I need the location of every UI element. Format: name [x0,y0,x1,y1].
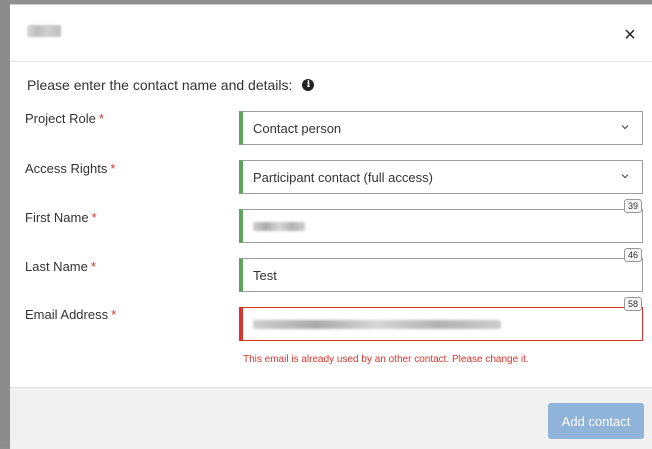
access-rights-label-text: Access Rights [25,161,108,176]
first-name-char-counter: 39 [624,199,642,213]
last-name-input[interactable]: Test 46 [239,248,643,292]
last-name-label: Last Name * [25,259,96,274]
email-error-message: This email is already used by an other c… [243,354,529,365]
project-role-label-text: Project Role [25,111,96,126]
email-input[interactable]: 58 [239,297,643,341]
project-role-select[interactable]: Contact person [239,111,643,145]
info-icon[interactable]: i [302,79,315,91]
add-contact-button[interactable]: Add contact [548,403,644,439]
first-name-label: First Name * [25,210,97,225]
project-role-value: Contact person [253,120,342,136]
last-name-label-text: Last Name [25,259,88,274]
required-mark: * [90,259,96,274]
required-mark: * [98,111,104,126]
dialog-footer: Add contact [10,387,652,449]
required-mark: * [91,210,97,225]
last-name-char-counter: 46 [624,248,642,262]
required-mark: * [110,161,116,176]
chevron-down-icon [620,171,630,181]
email-char-counter: 58 [624,297,642,311]
email-label: Email Address * [25,307,116,322]
dialog-title-redacted [27,25,61,37]
add-contact-dialog: × Please enter the contact name and deta… [10,4,652,449]
dialog-header: × [10,5,652,62]
access-rights-value: Participant contact (full access) [253,169,433,185]
first-name-label-text: First Name [25,210,89,225]
access-rights-label: Access Rights * [25,161,115,176]
chevron-down-icon [620,122,630,132]
project-role-label: Project Role * [25,111,104,126]
email-label-text: Email Address [25,307,109,322]
close-icon[interactable]: × [618,23,642,47]
last-name-value: Test [253,267,277,283]
required-mark: * [111,307,117,322]
intro-text: Please enter the contact name and detail… [27,77,293,93]
first-name-input[interactable]: 39 [239,199,643,243]
access-rights-select[interactable]: Participant contact (full access) [239,160,643,194]
intro-text-row: Please enter the contact name and detail… [27,77,315,93]
first-name-value-redacted [253,221,305,231]
modal-backdrop [0,0,10,447]
email-value-redacted [253,319,501,329]
